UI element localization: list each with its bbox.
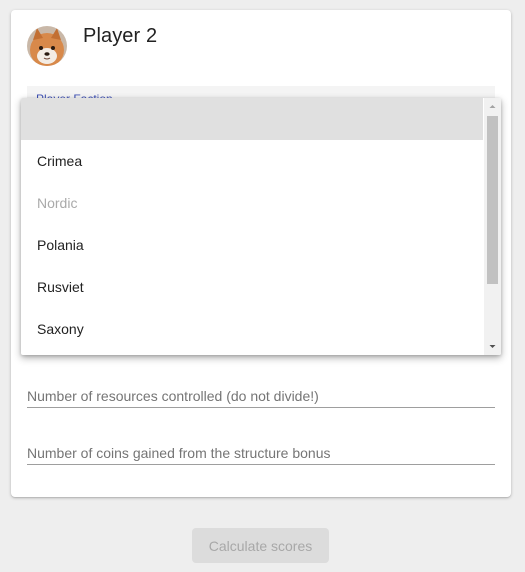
dropdown-scrollbar[interactable] xyxy=(484,98,501,355)
coins-field[interactable] xyxy=(27,432,495,465)
scrollbar-thumb[interactable] xyxy=(487,116,498,284)
faction-option-nordic: Nordic xyxy=(37,195,78,211)
resources-field[interactable] xyxy=(27,375,495,408)
faction-option-empty[interactable] xyxy=(21,98,483,140)
faction-option-crimea[interactable]: Crimea xyxy=(21,140,483,182)
player-name: Player 2 xyxy=(83,25,158,47)
faction-option-rusviet[interactable]: Rusviet xyxy=(21,266,483,308)
faction-option-saxony[interactable]: Saxony xyxy=(21,308,483,350)
shiba-dog-icon xyxy=(27,26,67,66)
coins-input[interactable] xyxy=(27,445,495,461)
faction-option-polania[interactable]: Polania xyxy=(21,224,483,266)
resources-input[interactable] xyxy=(27,388,495,404)
faction-option-list: Crimea Nordic Polania Rusviet Saxony xyxy=(21,98,483,355)
player-avatar xyxy=(27,26,67,66)
faction-dropdown: Crimea Nordic Polania Rusviet Saxony xyxy=(21,98,501,355)
scroll-up-icon[interactable] xyxy=(484,98,501,115)
scroll-down-icon[interactable] xyxy=(484,338,501,355)
calculate-scores-button[interactable]: Calculate scores xyxy=(192,528,329,563)
